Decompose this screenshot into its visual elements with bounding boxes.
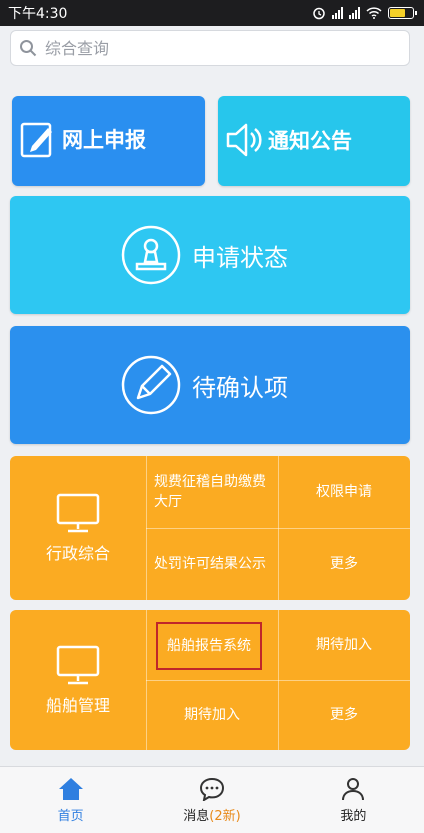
ship-panel: 船舶管理 船舶报告系统 期待加入 期待加入 更多 [10, 610, 410, 750]
tab-home-label: 首页 [57, 808, 84, 824]
fee-hall-label: 规费征稽自助缴费大厅 [154, 474, 266, 510]
tab-home[interactable]: 首页 [0, 767, 141, 833]
pending-label: 待确认项 [192, 373, 288, 402]
messages-badge: (2新) [209, 808, 241, 824]
admin-more-label: 更多 [330, 556, 358, 572]
permission-label: 权限申请 [316, 484, 372, 500]
search-area [0, 26, 424, 88]
wifi-icon [366, 7, 382, 19]
coming-soon-label: 期待加入 [316, 637, 372, 653]
pending-tile[interactable]: 待确认项 [10, 326, 410, 444]
search-input[interactable] [45, 38, 385, 58]
search-box[interactable] [10, 30, 410, 66]
coming-soon-label: 期待加入 [184, 707, 240, 723]
ship-title: 船舶管理 [45, 696, 110, 715]
fee-hall-link[interactable]: 规费征稽自助缴费大厅 [146, 456, 278, 528]
tab-mine[interactable]: 我的 [283, 767, 424, 833]
apply-status-tile[interactable]: 申请状态 [10, 196, 410, 314]
monitor-icon [56, 645, 100, 685]
admin-title: 行政综合 [45, 544, 110, 563]
status-time: 下午4:30 [8, 6, 68, 22]
battery-icon [388, 7, 417, 19]
ship-report-link[interactable]: 船舶报告系统 [156, 622, 262, 670]
admin-section[interactable]: 行政综合 [10, 456, 146, 600]
status-bar: 下午4:30 [0, 0, 424, 26]
edit-icon [20, 122, 52, 158]
ship-more-label: 更多 [330, 707, 358, 723]
bottom-tab-bar: 首页 消息(2新) 我的 [0, 766, 424, 833]
admin-panel: 行政综合 规费征稽自助缴费大厅 权限申请 处罚许可结果公示 更多 [10, 456, 410, 600]
speaker-icon [226, 123, 262, 157]
coming-soon-item[interactable]: 期待加入 [146, 680, 278, 750]
penalty-label: 处罚许可结果公示 [154, 556, 266, 572]
ship-report-label: 船舶报告系统 [167, 638, 251, 654]
alarm-icon [313, 7, 325, 20]
tab-messages-label: 消息(2新) [183, 805, 240, 824]
chat-icon [199, 777, 224, 801]
admin-more-link[interactable]: 更多 [278, 528, 410, 600]
tab-messages[interactable]: 消息(2新) [141, 767, 282, 833]
stamp-icon [121, 225, 181, 285]
coming-soon-item[interactable]: 期待加入 [278, 610, 410, 680]
user-icon [342, 777, 365, 800]
pen-icon [121, 355, 181, 415]
online-report-tile[interactable]: 网上申报 [12, 96, 205, 186]
ship-section[interactable]: 船舶管理 [10, 610, 146, 750]
apply-status-label: 申请状态 [192, 243, 288, 272]
home-icon [58, 777, 83, 800]
ship-more-link[interactable]: 更多 [278, 680, 410, 750]
monitor-icon [56, 493, 100, 533]
notice-tile[interactable]: 通知公告 [218, 96, 410, 186]
messages-text: 消息 [183, 808, 210, 824]
signal-icon [349, 7, 360, 19]
online-report-label: 网上申报 [62, 128, 146, 152]
signal-icon [332, 7, 343, 19]
permission-link[interactable]: 权限申请 [278, 456, 410, 528]
penalty-link[interactable]: 处罚许可结果公示 [146, 528, 278, 600]
tab-mine-label: 我的 [340, 808, 367, 824]
status-icons [312, 6, 417, 20]
notice-label: 通知公告 [268, 129, 352, 153]
search-icon [20, 40, 37, 57]
